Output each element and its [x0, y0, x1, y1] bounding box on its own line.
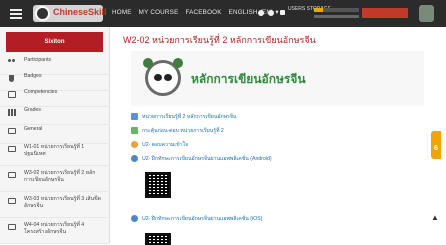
badge-icon	[9, 75, 14, 82]
course-banner: หลักการเขียนอักษรจีน	[131, 51, 424, 106]
activity-link-lesson[interactable]: หน่วยการเรียนรู้ที่ 2 หลักการเขียนอักษรจ…	[131, 113, 236, 122]
panda-eye-icon	[164, 74, 172, 81]
sidebar-item-label: W4-04 หน่วยการเรียนรู้ที่ 4 โครงสร้างอัก…	[24, 222, 85, 235]
panda-eye-icon	[154, 74, 162, 81]
panda-mascot-icon	[143, 58, 183, 96]
sidebar-item-label: Competencies	[24, 89, 58, 95]
folder-icon	[8, 146, 16, 152]
sidebar-header[interactable]: Sixiton	[6, 32, 103, 52]
page-title: W2-02 หน่วยการเรียนรู้ที่ 2 หลักการเขียน…	[123, 35, 316, 45]
user-name-block[interactable]	[362, 8, 408, 18]
url-icon	[131, 215, 138, 223]
storage-secondary-bar	[314, 15, 359, 18]
activity-link-label: U2- ฝึกทักษะการเขียนอักษรจีนผ่านแอพพลิเค…	[142, 156, 272, 162]
activity-link-android[interactable]: U2- ฝึกทักษะการเขียนอักษรจีนผ่านแอพพลิเค…	[131, 155, 272, 164]
activity-link-label: หน่วยการเรียนรู้ที่ 2 หลักการเขียนอักษรจ…	[142, 114, 237, 120]
sidebar-item-label: Grades	[24, 107, 42, 113]
storage-progress-fill	[314, 8, 323, 12]
forum-icon	[131, 141, 138, 149]
sidebar-item-label: W3-03 หน่วยการเรียนรู้ที่ 3 เส้นขีดอักษร…	[24, 196, 101, 209]
sidebar-item-label: Participants	[24, 57, 52, 63]
nav-my-course[interactable]: MY COURSE	[139, 9, 179, 16]
notification-icon[interactable]	[258, 10, 264, 16]
sidebar-item-w3-02[interactable]: W3-02 หน่วยการเรียนรู้ที่ 2 หลักการเขียน…	[0, 166, 110, 192]
qr-code-ios	[145, 233, 171, 245]
people-icon	[8, 59, 16, 66]
quiz-icon	[131, 127, 138, 135]
folder-icon	[8, 224, 16, 230]
banner-title: หลักการเขียนอักษรจีน	[191, 72, 306, 86]
file-icon	[131, 113, 138, 121]
nav-facebook[interactable]: FACEBOOK	[185, 9, 221, 16]
url-icon	[131, 155, 138, 163]
activity-link-ios[interactable]: U2- ฝึกทักษะการเขียนอักษรจีนผ่านแอพพลิเค…	[131, 215, 262, 224]
drawer-tab-number: 6	[434, 145, 438, 152]
sidebar-item-label: W3-02 หน่วยการเรียนรู้ที่ 2 หลักการเขียน…	[24, 170, 96, 183]
qr-code-android	[145, 172, 171, 198]
message-icon[interactable]	[268, 10, 274, 16]
top-navbar: ChineseSkill HOME MY COURSE FACEBOOK ENG…	[0, 0, 446, 27]
sidebar-item-w1-01[interactable]: W1-01 หน่วยการเรียนรู้ที่ 1 ปฐมนิเทศ	[0, 140, 110, 166]
course-sidebar: Sixiton Participants Badges Competencies…	[0, 27, 110, 244]
activity-link-label: U2- ตอบความเข้าใจ	[142, 142, 189, 148]
nav-home[interactable]: HOME	[112, 9, 132, 16]
storage-progress-bar	[314, 8, 359, 12]
sidebar-item-w4-04[interactable]: W4-04 หน่วยการเรียนรู้ที่ 4 โครงสร้างอัก…	[0, 218, 110, 244]
sidebar-item-label: W1-01 หน่วยการเรียนรู้ที่ 1 ปฐมนิเทศ	[24, 144, 85, 157]
main-content: W2-02 หน่วยการเรียนรู้ที่ 2 หลักการเขียน…	[111, 27, 446, 245]
activity-link-label: กระตุ้นก่อน-ตอบ หน่วยการเรียนรู้ที่ 2	[142, 128, 224, 134]
user-icon[interactable]	[280, 10, 285, 15]
panda-ear-icon	[173, 58, 183, 68]
site-logo[interactable]: ChineseSkill	[33, 5, 107, 22]
activity-link-understanding[interactable]: U2- ตอบความเข้าใจ	[131, 141, 188, 150]
menu-icon[interactable]	[10, 9, 22, 19]
activity-link-pretest[interactable]: กระตุ้นก่อน-ตอบ หน่วยการเรียนรู้ที่ 2	[131, 127, 224, 136]
sidebar-item-label: Badges	[24, 73, 42, 79]
grid-icon	[8, 109, 16, 116]
folder-icon	[8, 172, 16, 178]
sidebar-item-w3-03[interactable]: W3-03 หน่วยการเรียนรู้ที่ 3 เส้นขีดอักษร…	[0, 192, 110, 218]
panda-ear-icon	[143, 58, 153, 68]
check-icon	[8, 91, 16, 98]
folder-icon	[8, 128, 16, 134]
avatar[interactable]	[419, 5, 434, 22]
scroll-up-icon[interactable]: ▲	[431, 214, 439, 222]
panda-logo-icon	[35, 6, 50, 21]
activity-link-label: U2- ฝึกทักษะการเขียนอักษรจีนผ่านแอพพลิเค…	[142, 216, 263, 222]
folder-icon	[8, 198, 16, 204]
logo-text: ChineseSkill	[53, 7, 107, 17]
sidebar-item-label: General	[24, 126, 43, 132]
